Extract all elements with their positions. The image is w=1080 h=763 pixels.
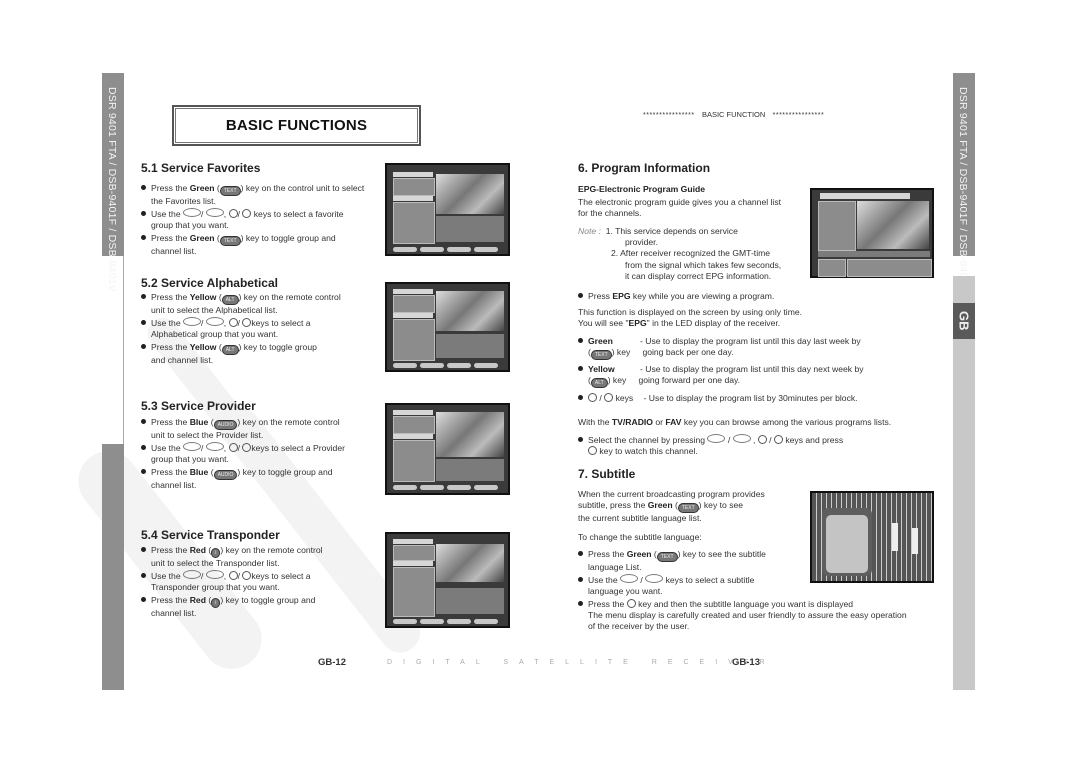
subtitle-screenshot <box>810 491 934 583</box>
header-stars-left: **************** <box>643 112 695 119</box>
bullet-item: Use the / , / keys to select a Provider <box>141 442 391 454</box>
left-sidebar-white <box>102 256 124 444</box>
section-heading-subtitle: 7. Subtitle <box>578 467 636 481</box>
down-arrow-key-icon <box>205 317 224 327</box>
footer-product-name: DIGITAL SATELLITE RECEIVER <box>387 659 776 666</box>
page-up-key-icon <box>228 209 238 219</box>
header-label: BASIC FUNCTION <box>701 110 766 119</box>
up-arrow-key-icon <box>183 317 202 327</box>
header-stars-right: **************** <box>772 112 825 119</box>
info-key-icon: i <box>211 597 221 608</box>
epg-intro: The electronic program guide gives you a… <box>578 197 782 219</box>
favorites-screenshot <box>385 163 510 256</box>
section-heading-alphabetical: 5.2 Service Alphabetical <box>141 276 278 290</box>
epg-function-text: This function is displayed on the screen… <box>578 307 803 329</box>
alphabetical-bullets: Press the Yellow (ALT) key on the remote… <box>141 292 391 366</box>
bullet-item: Press the Green (TEXT) key on the contro… <box>141 183 391 196</box>
epg-press-bullet: Press EPG key while you are viewing a pr… <box>578 291 774 302</box>
page-title-box: BASIC FUNCTIONS <box>172 105 421 146</box>
text-key-icon: TEXT <box>590 350 612 361</box>
epg-key-green: Green - Use to display the program list u… <box>578 336 938 361</box>
subtitle-intro: When the current broadcasting program pr… <box>578 489 765 524</box>
info-key-icon: i <box>211 548 221 558</box>
section-heading-favorites: 5.1 Service Favorites <box>141 161 261 175</box>
up-arrow-key-icon <box>183 442 202 452</box>
bullet-item: Press the Red (i) key on the remote cont… <box>141 545 391 558</box>
epg-key-yellow: Yellow - Use to display the program list … <box>578 364 938 389</box>
epg-browse-text: With the TV/RADIO or FAV key you can bro… <box>578 417 892 427</box>
page-down-key-icon <box>242 443 252 453</box>
text-key-icon: TEXT <box>677 503 699 514</box>
page-down-key-icon <box>242 318 252 328</box>
down-arrow-key-icon <box>732 434 751 443</box>
running-header: **************** BASIC FUNCTION ********… <box>643 110 824 119</box>
bullet-item: Press the Yellow (ALT) key on the remote… <box>141 292 391 305</box>
text-key-icon: TEXT <box>219 186 241 196</box>
left-sidebar-bottom-band <box>102 444 124 690</box>
left-sidebar-model-band: DSR 9401 FTA / DSB-9401F / DSB-9401V <box>102 73 124 292</box>
provider-screenshot <box>385 403 510 495</box>
page-title: BASIC FUNCTIONS <box>225 117 368 134</box>
alt-key-icon: ALT <box>221 295 239 305</box>
ok-key-icon <box>626 598 636 608</box>
alt-key-icon: ALT <box>590 378 608 389</box>
page-up-key-icon <box>228 571 238 581</box>
epg-subheading: EPG-Electronic Program Guide <box>578 184 706 194</box>
section-heading-provider: 5.3 Service Provider <box>141 399 256 413</box>
text-key-icon: TEXT <box>656 552 678 562</box>
subtitle-change-label: To change the subtitle language: <box>578 532 702 542</box>
bullet-item: Use the / , / keys to select a favorite <box>141 208 391 220</box>
right-arrow-key-icon <box>604 393 614 402</box>
bullet-item: Press the Red (i) key to toggle group an… <box>141 595 391 608</box>
page-down-key-icon <box>773 435 783 444</box>
epg-note: Note : 1. This service depends on servic… <box>578 226 782 281</box>
page-up-key-icon <box>228 443 238 453</box>
bullet-item: Press the key and then the subtitle lang… <box>578 598 948 610</box>
down-arrow-key-icon <box>205 442 224 452</box>
alt-key-icon: ALT <box>221 344 239 355</box>
right-sidebar-white <box>953 256 975 276</box>
section-heading-program-info: 6. Program Information <box>578 161 711 175</box>
page-up-key-icon <box>228 318 238 328</box>
epg-select-bullet: Select the channel by pressing / , / key… <box>578 434 948 457</box>
page-number-right: GB-13 <box>732 657 760 668</box>
text-key-icon: TEXT <box>219 235 241 246</box>
section-heading-transponder: 5.4 Service Transponder <box>141 528 280 542</box>
transponder-screenshot <box>385 532 510 628</box>
up-arrow-key-icon <box>183 570 202 580</box>
page-down-key-icon <box>242 209 252 219</box>
page-up-key-icon <box>757 435 767 444</box>
ok-key-icon <box>588 446 597 456</box>
page-number-left: GB-12 <box>318 657 346 668</box>
bullet-item: Press the Blue (AUDIO) key on the remote… <box>141 417 391 430</box>
down-arrow-key-icon <box>645 574 664 584</box>
up-arrow-key-icon <box>707 434 726 443</box>
language-tab-gb[interactable]: GB <box>953 303 975 339</box>
left-arrow-key-icon <box>588 393 597 402</box>
page-down-key-icon <box>242 571 252 581</box>
audio-key-icon: AUDIO <box>213 469 238 480</box>
provider-bullets: Press the Blue (AUDIO) key on the remote… <box>141 417 391 491</box>
right-sidebar-model-band: DSR 9401 FTA / DSB-9401F / DSB-9401V <box>953 73 975 292</box>
bullet-item: Press the Blue (AUDIO) key to toggle gro… <box>141 467 391 480</box>
favorites-bullets: Press the Green (TEXT) key on the contro… <box>141 183 391 257</box>
down-arrow-key-icon <box>205 570 224 580</box>
alphabetical-screenshot <box>385 282 510 372</box>
up-arrow-key-icon <box>183 208 202 218</box>
transponder-bullets: Press the Red (i) key on the remote cont… <box>141 545 391 619</box>
epg-key-updown: / keys - Use to display the program list … <box>578 393 938 404</box>
note-label: Note : <box>578 226 601 236</box>
down-arrow-key-icon <box>205 208 224 218</box>
audio-key-icon: AUDIO <box>213 420 238 430</box>
bullet-item: Press the Green (TEXT) key to toggle gro… <box>141 233 391 246</box>
bullet-item: Use the / , / keys to select a <box>141 317 391 329</box>
up-arrow-key-icon <box>620 574 639 584</box>
bullet-item: Use the / , / keys to select a <box>141 570 391 582</box>
epg-screenshot <box>810 188 934 278</box>
bullet-item: Press the Yellow (ALT) key to toggle gro… <box>141 342 391 355</box>
